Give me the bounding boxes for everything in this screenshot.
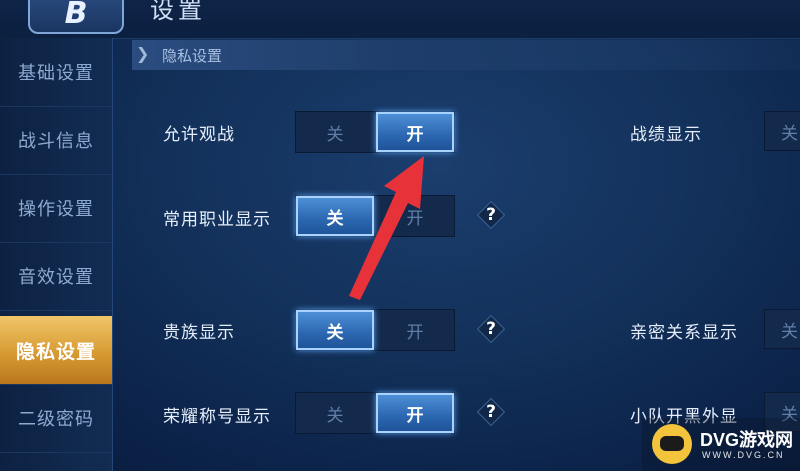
help-icon[interactable]: ? xyxy=(478,399,504,425)
annotation-arrow-icon xyxy=(341,156,424,300)
gamepad-logo-icon xyxy=(652,424,692,464)
watermark-text: DVG游戏网 xyxy=(700,430,794,450)
watermark-url: WWW.DVG.CN xyxy=(702,450,785,460)
gamepad-icon xyxy=(660,436,684,451)
watermark: DVG游戏网 WWW.DVG.CN xyxy=(642,418,800,471)
help-icon[interactable]: ? xyxy=(478,202,504,228)
help-icon[interactable]: ? xyxy=(478,316,504,342)
game-settings-screen: B 设置 基础设置 战斗信息 操作设置 音效设置 隐私设置 二级密码 ❯ 隐私设… xyxy=(0,0,800,471)
